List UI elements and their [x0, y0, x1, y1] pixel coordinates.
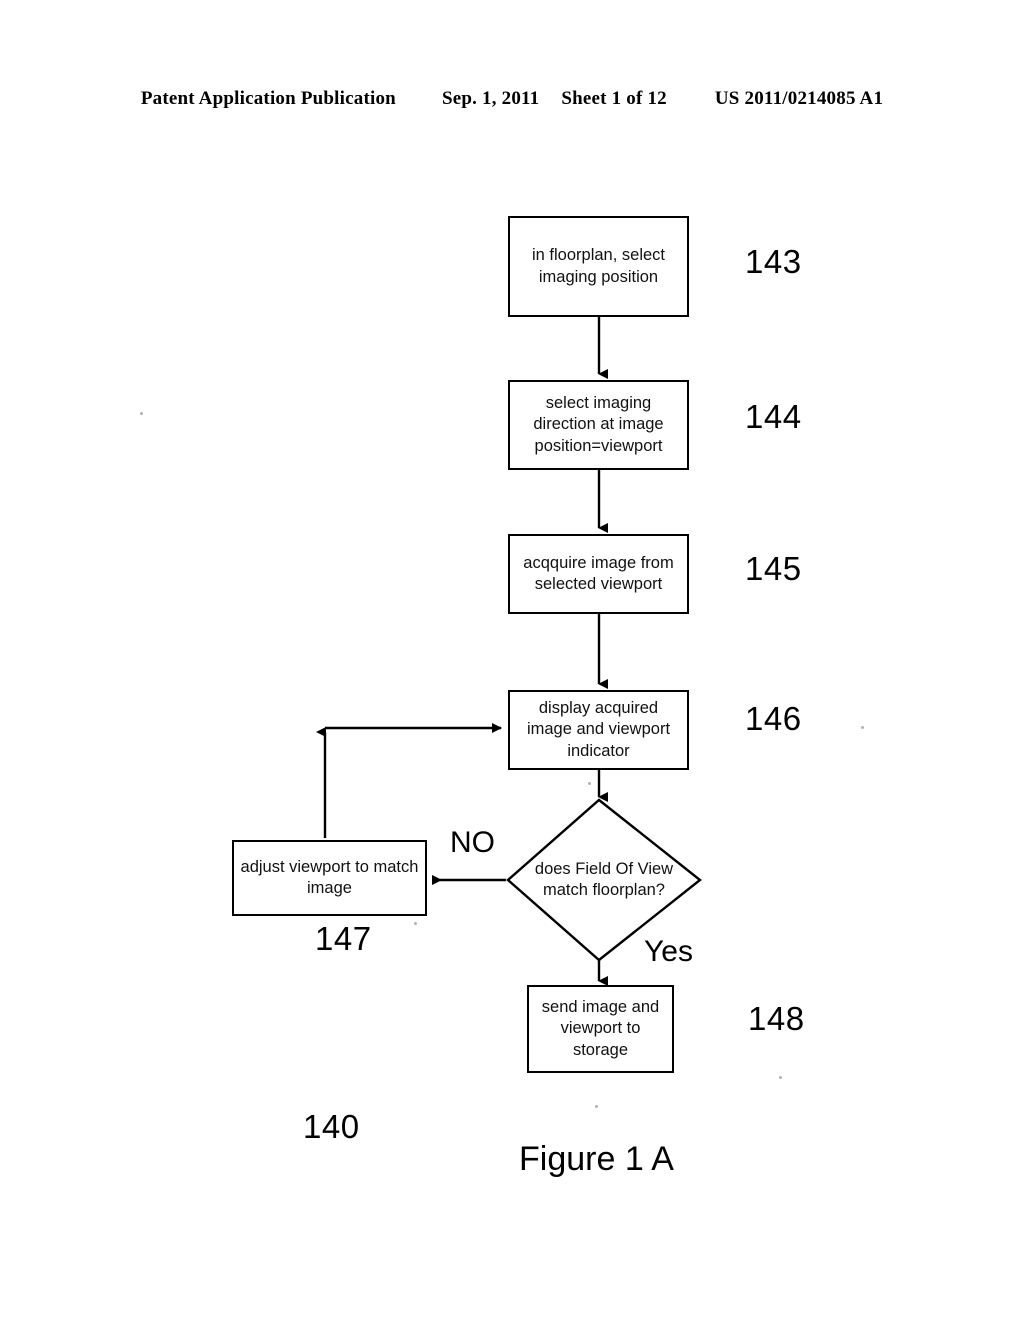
reference-numeral-144: 144 [745, 398, 802, 435]
scan-speck [414, 922, 417, 925]
flow-node-146: display acquired image and viewport indi… [508, 690, 689, 770]
flow-node-143: in floorplan, select imaging position [508, 216, 689, 317]
scan-speck [140, 412, 143, 415]
figure-flowchart: in floorplan, select imaging position se… [0, 0, 1024, 1320]
flow-node-145: acqquire image from selected viewport [508, 534, 689, 614]
reference-numeral-140: 140 [303, 1108, 360, 1145]
scan-speck [779, 1076, 782, 1079]
reference-numeral-146: 146 [745, 700, 802, 737]
figure-caption: Figure 1 A [519, 1140, 674, 1178]
reference-numeral-143: 143 [745, 243, 802, 280]
scan-speck [588, 782, 591, 785]
scan-speck [595, 1105, 598, 1108]
flow-node-decision-label: does Field Of View match floorplan? [534, 859, 674, 899]
scan-speck [861, 726, 864, 729]
reference-numeral-147: 147 [315, 920, 372, 957]
flowchart-connectors [316, 317, 702, 986]
flow-node-148: send image and viewport to storage [527, 985, 674, 1073]
reference-numeral-145: 145 [745, 550, 802, 587]
branch-label-yes: Yes [644, 935, 693, 968]
flow-node-144: select imaging direction at image positi… [508, 380, 689, 470]
branch-label-no: NO [450, 826, 495, 859]
flow-node-147: adjust viewport to match image [232, 840, 427, 916]
reference-numeral-148: 148 [748, 1000, 805, 1037]
